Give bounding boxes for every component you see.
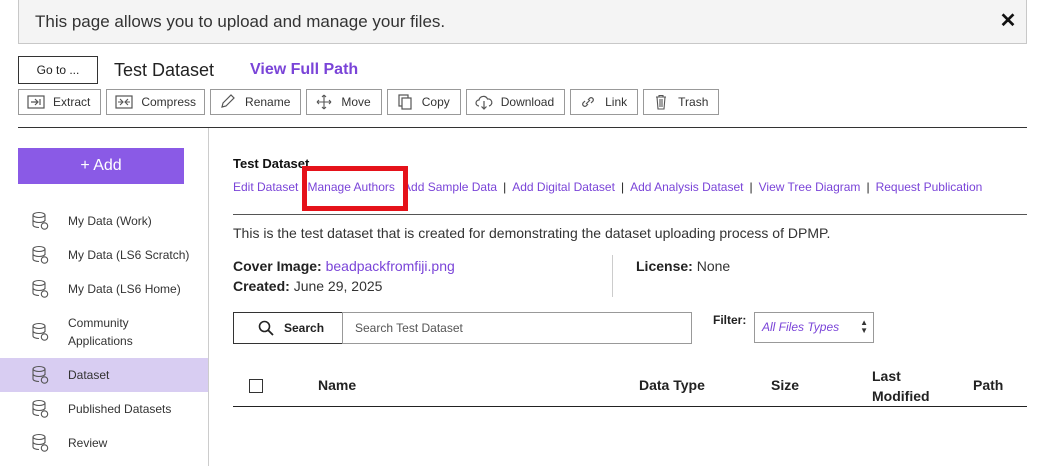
- sidebar-item-label: Community Applications: [68, 316, 133, 348]
- select-all-checkbox[interactable]: [249, 379, 263, 393]
- database-icon: [32, 399, 49, 418]
- pencil-icon: [221, 94, 235, 108]
- download-label: Download: [500, 95, 555, 109]
- cover-image-info: Cover Image: beadpackfromfiji.png: [233, 258, 455, 274]
- view-full-path-link[interactable]: View Full Path: [250, 61, 358, 79]
- database-icon: [32, 322, 49, 341]
- dataset-heading: Test Dataset: [233, 156, 310, 171]
- rename-button[interactable]: Rename: [210, 89, 302, 115]
- copy-icon: [398, 94, 412, 110]
- extract-icon: [27, 95, 45, 109]
- search-icon: [258, 320, 274, 336]
- dataset-actions: Edit Dataset | Manage Authors | Add Samp…: [233, 180, 982, 194]
- edit-dataset-link[interactable]: Edit Dataset: [233, 180, 298, 194]
- license-label: License:: [636, 258, 693, 274]
- created-label: Created:: [233, 278, 290, 294]
- license-info: License: None: [636, 258, 730, 274]
- copy-label: Copy: [421, 95, 450, 109]
- cloud-download-icon: [475, 95, 493, 110]
- created-value: June 29, 2025: [293, 278, 383, 294]
- separator: |: [749, 180, 753, 194]
- filter-selected-value: All Files Types: [762, 320, 840, 334]
- search-button[interactable]: Search: [233, 312, 343, 344]
- sidebar-item-my-data-work[interactable]: My Data (Work): [0, 208, 208, 234]
- column-header-name[interactable]: Name: [318, 377, 356, 393]
- notice-banner: This page allows you to upload and manag…: [18, 0, 1027, 44]
- database-icon: [32, 245, 49, 264]
- dataset-description: This is the test dataset that is created…: [233, 225, 831, 241]
- cover-image-label: Cover Image:: [233, 258, 322, 274]
- sidebar-item-label: My Data (LS6 Scratch): [68, 248, 190, 262]
- database-icon: [32, 211, 49, 230]
- cover-image-link[interactable]: beadpackfromfiji.png: [326, 258, 455, 274]
- sidebar-item-dataset[interactable]: Dataset: [0, 358, 208, 392]
- sidebar-item-my-data-ls6-scratch[interactable]: My Data (LS6 Scratch): [0, 242, 208, 268]
- column-header-path[interactable]: Path: [973, 377, 1003, 393]
- separator: |: [620, 180, 625, 194]
- rename-label: Rename: [245, 95, 291, 109]
- separator: |: [866, 180, 870, 194]
- sidebar: + Add My Data (Work) My Data (LS6 Scratc…: [0, 128, 209, 466]
- move-button[interactable]: Move: [306, 89, 382, 115]
- sidebar-item-review[interactable]: Review: [0, 430, 208, 456]
- manage-authors-link[interactable]: Manage Authors: [308, 180, 395, 194]
- compress-label: Compress: [141, 95, 197, 109]
- move-icon: [317, 94, 332, 110]
- trash-label: Trash: [678, 95, 709, 109]
- file-toolbar: Extract Compress Rename Move Copy Downlo…: [18, 89, 720, 115]
- main-content: Test Dataset Edit Dataset | Manage Autho…: [233, 128, 1027, 466]
- column-header-size[interactable]: Size: [771, 377, 799, 393]
- database-icon: [32, 365, 49, 384]
- move-label: Move: [341, 95, 371, 109]
- sidebar-item-label: Published Datasets: [68, 402, 172, 416]
- download-button[interactable]: Download: [465, 89, 566, 115]
- copy-button[interactable]: Copy: [386, 89, 461, 115]
- column-header-last-modified[interactable]: Last Modified: [872, 366, 930, 406]
- file-type-filter-select[interactable]: All Files Types ▲ ▼: [754, 312, 874, 343]
- add-analysis-dataset-link[interactable]: Add Analysis Dataset: [630, 180, 743, 194]
- divider: [233, 214, 1027, 215]
- separator: |: [503, 180, 507, 194]
- sidebar-item-label: My Data (LS6 Home): [68, 282, 181, 296]
- sidebar-item-label: Dataset: [68, 368, 110, 382]
- link-button[interactable]: Link: [570, 89, 639, 115]
- notice-text: This page allows you to upload and manag…: [35, 12, 446, 31]
- sidebar-item-community-applications[interactable]: Community Applications: [0, 314, 208, 350]
- add-digital-dataset-link[interactable]: Add Digital Dataset: [512, 180, 615, 194]
- column-header-data-type[interactable]: Data Type: [639, 377, 705, 393]
- license-value: None: [696, 258, 731, 274]
- database-icon: [32, 433, 49, 452]
- close-icon[interactable]: ✕: [998, 11, 1018, 31]
- page-title: Test Dataset: [114, 60, 215, 80]
- sidebar-item-published-datasets[interactable]: Published Datasets: [0, 396, 208, 422]
- extract-button[interactable]: Extract: [18, 89, 102, 115]
- divider: [612, 255, 613, 297]
- trash-button[interactable]: Trash: [643, 89, 720, 115]
- request-publication-link[interactable]: Request Publication: [876, 180, 983, 194]
- sort-caret-icon: ▲ ▼: [860, 318, 868, 335]
- sidebar-item-label: Review: [68, 436, 108, 450]
- file-table-header: Name Data Type Size Last Modified Path: [233, 363, 1027, 407]
- goto-button[interactable]: Go to ...: [18, 56, 98, 84]
- extract-label: Extract: [53, 95, 91, 109]
- trash-icon: [656, 94, 667, 110]
- sidebar-item-my-data-ls6-home[interactable]: My Data (LS6 Home): [0, 276, 208, 302]
- compress-button[interactable]: Compress: [106, 89, 206, 115]
- search-button-label: Search: [284, 321, 325, 335]
- view-tree-diagram-link[interactable]: View Tree Diagram: [759, 180, 861, 194]
- add-sample-data-link[interactable]: Add Sample Data: [403, 180, 497, 194]
- sidebar-item-label: My Data (Work): [68, 214, 152, 228]
- filter-label: Filter:: [713, 313, 747, 327]
- link-icon: [582, 97, 594, 107]
- compress-icon: [115, 95, 133, 109]
- search-input[interactable]: [342, 312, 692, 344]
- database-icon: [32, 279, 49, 298]
- add-button[interactable]: + Add: [18, 148, 184, 184]
- link-label: Link: [605, 95, 628, 109]
- created-info: Created: June 29, 2025: [233, 278, 382, 294]
